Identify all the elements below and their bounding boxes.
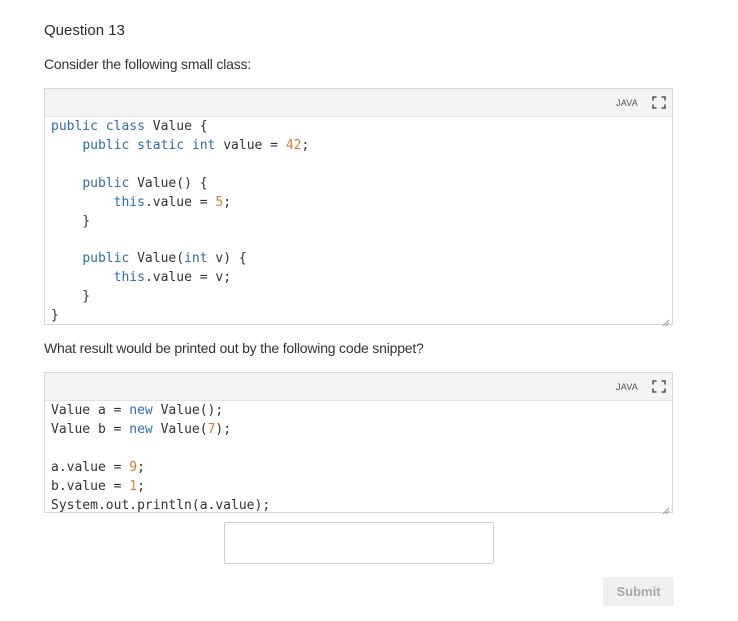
answer-input[interactable]: [224, 522, 494, 564]
code-content: public class Value { public static int v…: [51, 119, 310, 324]
resize-grip-icon[interactable]: [662, 502, 670, 515]
fullscreen-icon[interactable]: [652, 96, 666, 109]
code-header: JAVA: [45, 89, 672, 117]
question-prompt: Consider the following small class:: [44, 56, 251, 72]
code-content: Value a = new Value(); Value b = new Val…: [51, 403, 271, 513]
fullscreen-icon[interactable]: [652, 380, 666, 393]
code-block-class: JAVA public class Value { public static …: [44, 88, 673, 327]
language-label: JAVA: [616, 98, 638, 108]
code-block-snippet: JAVA Value a = new Value(); Value b = ne…: [44, 372, 673, 515]
code-header: JAVA: [45, 373, 672, 401]
language-label: JAVA: [616, 382, 638, 392]
question-title: Question 13: [44, 22, 125, 39]
question-prompt-2: What result would be printed out by the …: [44, 340, 424, 356]
submit-button[interactable]: Submit: [603, 577, 674, 606]
resize-grip-icon[interactable]: [662, 314, 670, 327]
